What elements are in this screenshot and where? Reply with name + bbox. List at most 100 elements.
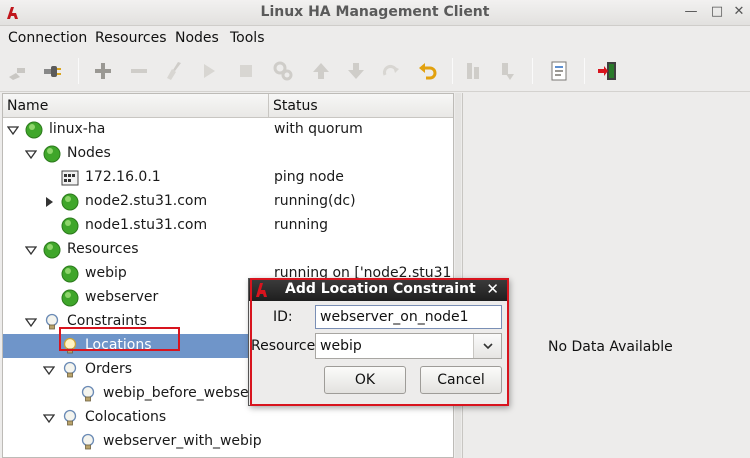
node-standby-icon (467, 63, 479, 79)
exit-door-icon (598, 62, 616, 80)
tree-label: node1.stu31.com (85, 217, 208, 233)
plug-connect-icon (9, 68, 25, 80)
play-icon (204, 64, 215, 78)
toolbar-separator (78, 58, 79, 84)
toolbar-separator (452, 58, 453, 84)
cancel-button[interactable]: Cancel (420, 366, 502, 394)
minimize-icon[interactable]: — (682, 3, 700, 21)
broom-icon (167, 62, 181, 80)
lightbulb-icon (61, 361, 79, 379)
tree-row-colocations[interactable]: Colocations (3, 406, 453, 430)
tree-row-ping-node[interactable]: 172.16.0.1 ping node (3, 166, 453, 190)
document-icon (551, 61, 567, 81)
resource-select-value: webip (320, 338, 362, 354)
connect-button[interactable] (7, 60, 31, 82)
tree-row-cluster[interactable]: linux-ha with quorum (3, 118, 453, 142)
manage-button[interactable] (272, 60, 296, 82)
tree-row-resources[interactable]: Resources (3, 238, 453, 262)
tree-row-nodes[interactable]: Nodes (3, 142, 453, 166)
node-active-icon (502, 63, 514, 80)
remove-button[interactable] (128, 60, 152, 82)
tree-status: with quorum (274, 121, 363, 137)
gears-icon (273, 61, 293, 81)
tree-row-colocation-constraint[interactable]: webserver_with_webip (3, 430, 453, 454)
expanded-arrow-icon[interactable] (43, 412, 55, 424)
arrow-up-icon (313, 63, 329, 79)
view-xml-button[interactable] (548, 60, 572, 82)
column-header-name[interactable]: Name (3, 94, 269, 118)
status-green-icon (43, 241, 61, 259)
move-up-button[interactable] (310, 60, 334, 82)
tree-status: running(dc) (274, 193, 356, 209)
ok-button[interactable]: OK (324, 366, 406, 394)
tree-label: Locations (85, 337, 152, 353)
tree-label: webserver_with_webip (103, 433, 262, 449)
redo-icon (382, 64, 399, 76)
tree-row-node2[interactable]: node2.stu31.com running(dc) (3, 190, 453, 214)
tree-label: 172.16.0.1 (85, 169, 161, 185)
column-header-status[interactable]: Status (269, 94, 453, 118)
tree-label: Resources (67, 241, 139, 257)
tree-status: ping node (274, 169, 344, 185)
exit-button[interactable] (597, 60, 621, 82)
dialog-title: Add Location Constraint (285, 281, 476, 297)
active-button[interactable] (498, 60, 522, 82)
menu-connection[interactable]: Connection (8, 30, 87, 46)
disconnect-button[interactable] (41, 60, 65, 82)
stop-button[interactable] (235, 60, 259, 82)
ping-node-icon (61, 169, 79, 187)
cleanup-button[interactable] (163, 60, 187, 82)
status-green-icon (43, 145, 61, 163)
collapsed-arrow-icon[interactable] (43, 196, 55, 208)
undo-button[interactable] (417, 60, 441, 82)
app-logo-icon (256, 283, 267, 297)
lightbulb-icon (61, 337, 79, 355)
lightbulb-icon (79, 385, 97, 403)
add-button[interactable] (92, 60, 116, 82)
expanded-arrow-icon[interactable] (25, 244, 37, 256)
tree-row-node1[interactable]: node1.stu31.com running (3, 214, 453, 238)
menu-nodes[interactable]: Nodes (175, 30, 219, 46)
toolbar-separator (532, 58, 533, 84)
toolbar (0, 50, 750, 92)
tree-label: Colocations (85, 409, 167, 425)
lightbulb-icon (79, 433, 97, 451)
window-title: Linux HA Management Client (260, 4, 490, 20)
tree-label: webip (85, 265, 127, 281)
undo-icon (419, 63, 437, 80)
toolbar-separator (584, 58, 585, 84)
plug-disconnect-icon (44, 66, 61, 77)
menu-tools[interactable]: Tools (230, 30, 265, 46)
close-icon[interactable]: ✕ (730, 3, 748, 21)
close-icon[interactable]: ✕ (486, 280, 499, 298)
tree-label: linux-ha (49, 121, 106, 137)
tree-label: webip_before_webser (103, 385, 255, 401)
expanded-arrow-icon[interactable] (25, 148, 37, 160)
status-green-icon (61, 265, 79, 283)
dropdown-button[interactable] (473, 334, 501, 358)
move-down-button[interactable] (345, 60, 369, 82)
title-bar: Linux HA Management Client — □ ✕ (0, 0, 750, 26)
redo-button[interactable] (380, 60, 404, 82)
expanded-arrow-icon[interactable] (43, 364, 55, 376)
status-green-icon (61, 217, 79, 235)
tree-label: webserver (85, 289, 159, 305)
start-button[interactable] (198, 60, 222, 82)
tree-label: Constraints (67, 313, 147, 329)
no-data-message: No Data Available (548, 339, 673, 355)
arrow-down-icon (348, 63, 364, 79)
expanded-arrow-icon[interactable] (25, 316, 37, 328)
resource-select[interactable]: webip (315, 333, 502, 359)
status-green-icon (25, 121, 43, 139)
status-green-icon (61, 289, 79, 307)
lightbulb-icon (43, 313, 61, 331)
maximize-icon[interactable]: □ (708, 3, 726, 21)
id-field[interactable] (315, 305, 502, 329)
add-location-constraint-dialog: Add Location Constraint ✕ ID: Resource: … (248, 278, 508, 406)
standby-button[interactable] (463, 60, 487, 82)
tree-label: Orders (85, 361, 133, 377)
expanded-arrow-icon[interactable] (7, 124, 19, 136)
lightbulb-icon (61, 409, 79, 427)
dialog-title-bar: Add Location Constraint ✕ (249, 279, 507, 301)
menu-resources[interactable]: Resources (95, 30, 167, 46)
